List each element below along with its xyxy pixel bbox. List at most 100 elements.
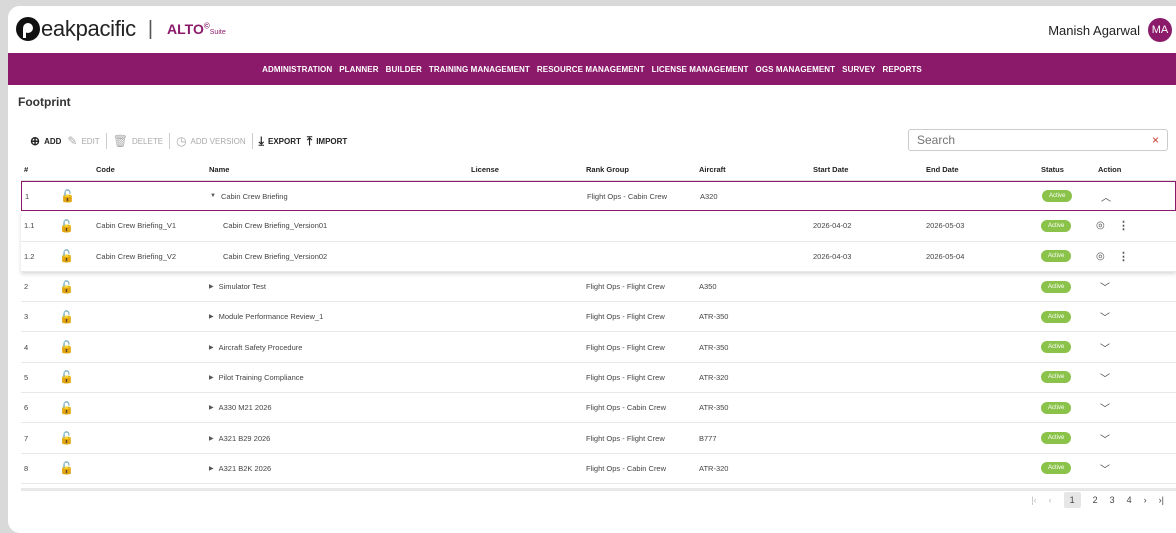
chevron-up-icon[interactable]: ︿ bbox=[1101, 182, 1111, 210]
first-page-icon[interactable]: |‹ bbox=[1031, 495, 1036, 505]
caret-right-icon[interactable]: ▶ bbox=[209, 465, 214, 472]
column-header[interactable]: Name bbox=[209, 159, 229, 180]
table-row[interactable]: 4 🔓 ▶ Aircraft Safety Procedure Flight Ops -… bbox=[21, 332, 1176, 363]
unlock-icon[interactable]: 🔓 bbox=[59, 423, 74, 452]
nav-item[interactable]: RESOURCE MANAGEMENT bbox=[537, 65, 645, 74]
clear-search-icon[interactable]: × bbox=[1152, 133, 1159, 147]
nav-item[interactable]: OGS MANAGEMENT bbox=[756, 65, 836, 74]
next-page-icon[interactable]: › bbox=[1144, 495, 1147, 505]
row-name[interactable]: ▶ Aircraft Safety Procedure bbox=[209, 332, 302, 361]
add-version-button[interactable]: ◷ ADD VERSION bbox=[176, 135, 252, 147]
nav-item[interactable]: LICENSE MANAGEMENT bbox=[652, 65, 749, 74]
pencil-icon: ✎ bbox=[67, 134, 78, 148]
chevron-down-icon[interactable]: ﹀ bbox=[1100, 302, 1110, 331]
brand-name: eakpacific bbox=[41, 16, 136, 41]
unlock-icon[interactable]: 🔓 bbox=[60, 182, 75, 210]
view-icon[interactable]: ◎ bbox=[1096, 211, 1105, 240]
row-end-date: 2026-05-04 bbox=[926, 251, 965, 261]
chevron-down-icon[interactable]: ﹀ bbox=[1100, 272, 1110, 301]
delete-button[interactable]: 🗑 DELETE bbox=[113, 135, 169, 147]
horizontal-scrollbar[interactable] bbox=[21, 488, 1176, 491]
unlock-icon[interactable]: 🔓 bbox=[59, 454, 74, 483]
table-row[interactable]: 2 🔓 ▶ Simulator Test Flight Ops - Flight Cre… bbox=[21, 272, 1176, 303]
status-badge: Active bbox=[1041, 250, 1072, 263]
row-number: 5 bbox=[24, 372, 29, 382]
chevron-down-icon[interactable]: ﹀ bbox=[1100, 454, 1110, 483]
add-button[interactable]: ⊕ ADD bbox=[30, 135, 67, 147]
table-row[interactable]: 3 🔓 ▶ Module Performance Review_1 Flight Ops… bbox=[21, 302, 1176, 333]
nav-item[interactable]: SURVEY bbox=[842, 65, 875, 74]
chevron-down-icon[interactable]: ﹀ bbox=[1100, 363, 1110, 392]
page-number[interactable]: 4 bbox=[1127, 495, 1132, 505]
table-row[interactable]: 1 🔓 ▼ Cabin Crew Briefing Flight Ops - Cabin… bbox=[21, 181, 1176, 212]
page-number[interactable]: 1 bbox=[1063, 492, 1081, 508]
row-name-text: Cabin Crew Briefing bbox=[220, 191, 288, 201]
caret-right-icon[interactable]: ▶ bbox=[209, 313, 214, 320]
row-name[interactable]: ▶ A321 B2K 2026 bbox=[209, 454, 271, 483]
unlock-icon[interactable]: 🔓 bbox=[59, 242, 74, 271]
table-row[interactable]: 1.1 🔓 Cabin Crew Briefing_V1 Cabin Crew Bri… bbox=[21, 211, 1176, 242]
table-row[interactable]: 8 🔓 ▶ A321 B2K 2026 Flight Ops - Cabin Crew A… bbox=[21, 454, 1176, 484]
status-cell: Active bbox=[1041, 393, 1072, 422]
unlock-icon[interactable]: 🔓 bbox=[59, 272, 74, 301]
row-name[interactable]: ▶ Simulator Test bbox=[209, 272, 266, 301]
more-options-icon[interactable]: ⋮ bbox=[1118, 211, 1129, 240]
unlock-icon[interactable]: 🔓 bbox=[59, 302, 74, 331]
caret-right-icon[interactable]: ▶ bbox=[209, 435, 214, 442]
table-row[interactable]: 1.2 🔓 Cabin Crew Briefing_V2 Cabin Crew Bri… bbox=[21, 241, 1176, 272]
column-header[interactable]: License bbox=[471, 159, 499, 180]
page-number[interactable]: 3 bbox=[1110, 495, 1115, 505]
last-page-icon[interactable]: ›| bbox=[1159, 495, 1164, 505]
column-header[interactable]: Code bbox=[96, 159, 115, 180]
more-options-icon[interactable]: ⋮ bbox=[1118, 242, 1129, 271]
chevron-down-icon[interactable]: ﹀ bbox=[1100, 423, 1110, 452]
status-badge: Active bbox=[1041, 462, 1072, 475]
version-icon: ◷ bbox=[176, 134, 187, 148]
row-name[interactable]: ▼ Cabin Crew Briefing bbox=[210, 182, 288, 210]
user-menu[interactable]: Manish Agarwal MA bbox=[1048, 18, 1172, 42]
search-input[interactable] bbox=[917, 133, 1117, 147]
caret-right-icon[interactable]: ▶ bbox=[209, 374, 214, 381]
column-header[interactable]: Status bbox=[1041, 159, 1064, 180]
row-start-date: 2026-04-03 bbox=[813, 251, 852, 261]
row-name[interactable]: ▶ Pilot Training Compliance bbox=[209, 363, 304, 392]
row-name[interactable]: ▶ A330 M21 2026 bbox=[209, 393, 272, 422]
nav-item[interactable]: REPORTS bbox=[883, 65, 922, 74]
nav-item[interactable]: ADMINISTRATION bbox=[262, 65, 332, 74]
row-aircraft: ATR-350 bbox=[699, 342, 729, 352]
chevron-down-icon[interactable]: ﹀ bbox=[1100, 393, 1110, 422]
column-header[interactable]: Aircraft bbox=[699, 159, 726, 180]
caret-right-icon[interactable]: ▶ bbox=[209, 404, 214, 411]
view-icon[interactable]: ◎ bbox=[1096, 242, 1105, 271]
column-header[interactable]: Rank Group bbox=[586, 159, 629, 180]
chevron-down-icon[interactable]: ﹀ bbox=[1100, 332, 1110, 361]
unlock-icon[interactable]: 🔓 bbox=[59, 332, 74, 361]
unlock-icon[interactable]: 🔓 bbox=[59, 393, 74, 422]
nav-item[interactable]: BUILDER bbox=[386, 65, 422, 74]
table-row[interactable]: 7 🔓 ▶ A321 B29 2026 Flight Ops - Flight Crew… bbox=[21, 423, 1176, 454]
avatar[interactable]: MA bbox=[1148, 18, 1172, 42]
status-badge: Active bbox=[1042, 190, 1073, 203]
caret-right-icon[interactable]: ▶ bbox=[209, 283, 214, 290]
nav-item[interactable]: TRAINING MANAGEMENT bbox=[429, 65, 530, 74]
row-name[interactable]: ▶ A321 B29 2026 bbox=[209, 423, 270, 452]
row-number: 1.1 bbox=[24, 221, 35, 231]
edit-button[interactable]: ✎ EDIT bbox=[67, 135, 105, 147]
caret-down-icon[interactable]: ▼ bbox=[210, 193, 216, 199]
column-header[interactable]: # bbox=[24, 159, 28, 180]
table-row[interactable]: 6 🔓 ▶ A330 M21 2026 Flight Ops - Cabin Crew A… bbox=[21, 393, 1176, 424]
nav-item[interactable]: PLANNER bbox=[339, 65, 378, 74]
column-header[interactable]: Start Date bbox=[813, 159, 848, 180]
page-number[interactable]: 2 bbox=[1093, 495, 1098, 505]
column-header[interactable]: Action bbox=[1098, 159, 1121, 180]
import-button[interactable]: ⤒ IMPORT bbox=[307, 135, 353, 147]
export-button[interactable]: ⤓ EXPORT bbox=[259, 135, 307, 147]
row-name[interactable]: ▶ Module Performance Review_1 bbox=[209, 302, 323, 331]
unlock-icon[interactable]: 🔓 bbox=[59, 363, 74, 392]
unlock-icon[interactable]: 🔓 bbox=[59, 211, 74, 240]
column-header[interactable]: End Date bbox=[926, 159, 959, 180]
table-row[interactable]: 5 🔓 ▶ Pilot Training Compliance Flight Ops -… bbox=[21, 363, 1176, 394]
app-window: eakpacific | ALTO©Suite Manish Agarwal M… bbox=[8, 6, 1176, 533]
prev-page-icon[interactable]: ‹ bbox=[1049, 495, 1052, 505]
caret-right-icon[interactable]: ▶ bbox=[209, 344, 214, 351]
